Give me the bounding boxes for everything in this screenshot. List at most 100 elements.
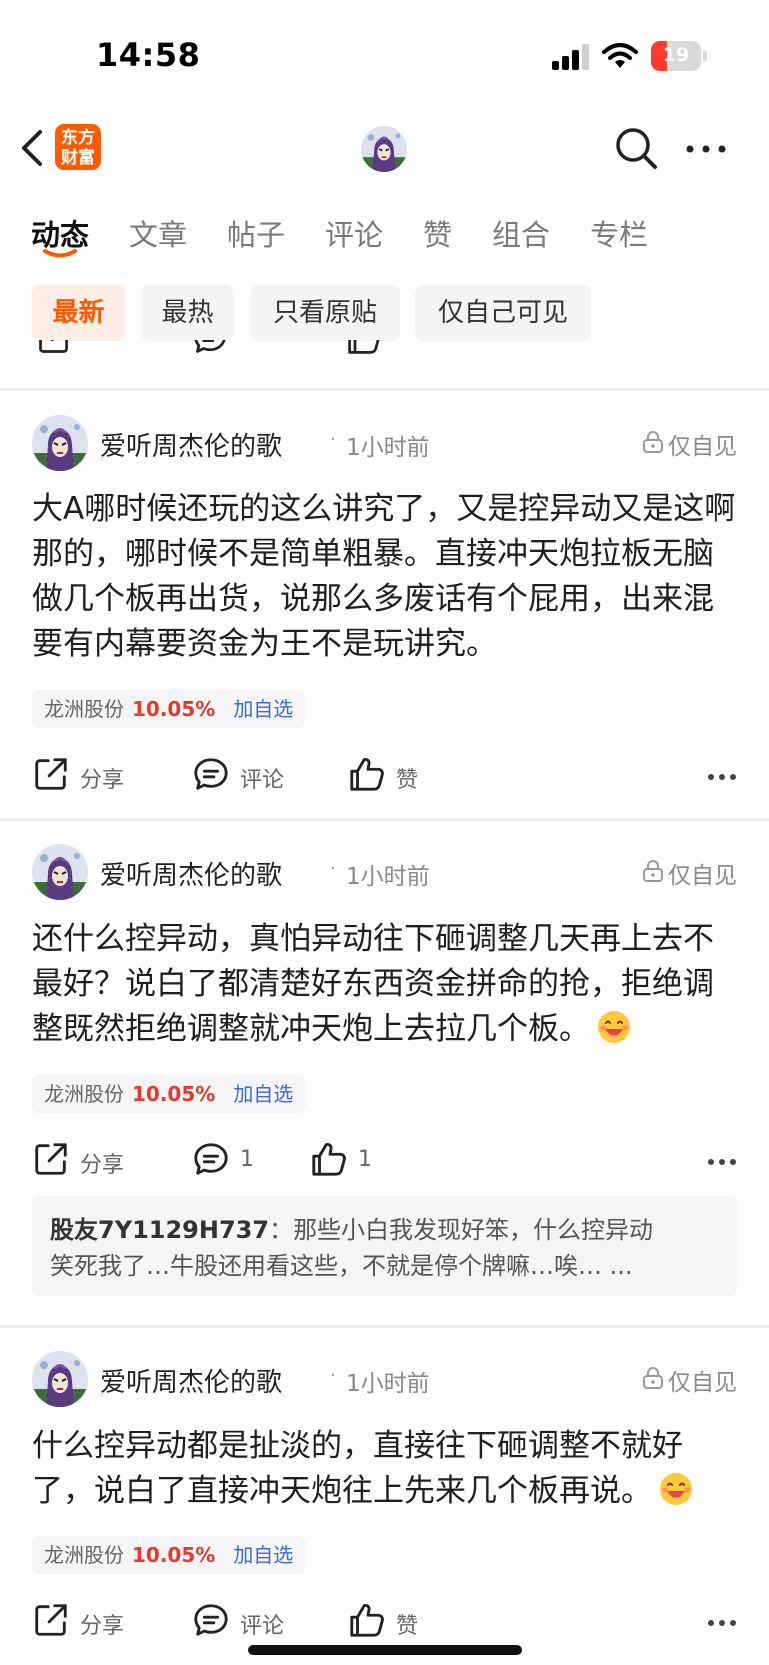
avatar[interactable] [32,844,88,900]
privacy-badge: 仅自见 [642,1363,737,1397]
reply-more[interactable]: ... [610,1252,633,1280]
stock-change: 10.05% [132,1082,216,1106]
status-time: 14:58 [96,36,201,74]
more-icon[interactable] [684,136,728,162]
stock-change: 10.05% [132,1543,216,1567]
reply-text-line1: 那些小白我发现好笨，什么控异动 [293,1216,654,1244]
comment-icon [192,1140,230,1178]
like-icon [348,755,386,793]
reply-text-line2: 笑死我了…牛股还用看这些，不就是停个牌嘛…唉… [50,1252,602,1280]
previous-post-actions [0,340,769,370]
share-icon [36,340,72,356]
wifi-icon [602,43,638,68]
share-icon [32,1140,70,1178]
author-name[interactable]: 爱听周杰伦的歌 [100,426,282,463]
cellular-signal-icon [552,44,592,70]
stock-name: 龙洲股份 [44,697,124,721]
post-time: 1小时前 [346,435,430,461]
laughing-emoji-icon [658,1471,694,1507]
home-indicator[interactable] [248,1645,522,1655]
stock-tag[interactable]: 龙洲股份 10.05% 加自选 [32,1536,306,1574]
filter-original-only[interactable]: 只看原贴 [250,285,400,341]
filter-bar: 最新 最热 只看原贴 仅自己可见 [0,285,769,341]
laughing-emoji-icon [596,1009,632,1045]
search-icon[interactable] [612,124,660,172]
like-icon [310,1140,348,1178]
tab-posts[interactable]: 帖子 [227,212,285,254]
app-logo: 东方 财富 [55,124,101,170]
stock-tag[interactable]: 龙洲股份 10.05% 加自选 [32,1075,306,1113]
tab-likes[interactable]: 赞 [423,212,452,254]
profile-tabs: 动态 文章 帖子 评论 赞 组合 专栏 [0,196,769,268]
divider [0,388,769,391]
separator-dot: · [330,429,336,450]
share-button[interactable]: 分享 [32,751,132,801]
privacy-badge: 仅自见 [642,427,737,461]
comment-icon [192,755,230,793]
divider [0,818,769,821]
comment-button[interactable]: 评论 [192,751,292,801]
battery-level: 19 [662,44,690,66]
comment-button[interactable]: 1 [192,1136,262,1186]
battery-icon: 19 [651,41,701,71]
separator-dot: · [330,858,336,879]
like-count: 1 [358,1147,372,1172]
comment-icon [192,1601,230,1639]
lock-icon [642,1366,664,1390]
author-name[interactable]: 爱听周杰伦的歌 [100,855,282,892]
filter-latest[interactable]: 最新 [32,285,125,341]
filter-private-only[interactable]: 仅自己可见 [415,285,591,341]
header-avatar[interactable] [361,126,407,172]
stock-name: 龙洲股份 [44,1082,124,1106]
lock-icon [642,859,664,883]
post-more-icon[interactable] [707,1619,737,1627]
share-icon [32,755,70,793]
back-button[interactable] [16,124,50,172]
share-icon [32,1601,70,1639]
like-button[interactable]: 1 [310,1136,380,1186]
like-button[interactable]: 赞 [348,1597,428,1647]
tab-articles[interactable]: 文章 [129,212,187,254]
post-more-icon[interactable] [707,773,737,781]
avatar[interactable] [32,1351,88,1407]
like-button[interactable]: 赞 [348,751,428,801]
comment-icon [192,340,228,356]
add-watchlist-button[interactable]: 加自选 [233,1543,293,1567]
stock-tag[interactable]: 龙洲股份 10.05% 加自选 [32,690,306,728]
post-actions: 分享 1 1 [32,1136,737,1186]
tab-portfolios[interactable]: 组合 [492,212,550,254]
filter-hottest[interactable]: 最热 [141,285,234,341]
lock-icon [642,430,664,454]
share-button[interactable]: 分享 [32,1597,132,1647]
post-body[interactable]: 大A哪时候还玩的这么讲究了，又是控异动又是这啊那的，哪时候不是简单粗暴。直接冲天… [32,487,740,667]
divider [0,1325,769,1328]
active-tab-indicator [43,249,77,258]
status-bar: 14:58 19 [0,0,769,110]
post-actions: 分享 评论 赞 [32,1597,737,1647]
post-time: 1小时前 [346,864,430,890]
reply-preview[interactable]: 股友7Y1129H737：那些小白我发现好笨，什么控异动 笑死我了…牛股还用看这… [32,1196,737,1296]
post-actions: 分享 评论 赞 [32,751,737,801]
stock-change: 10.05% [132,697,216,721]
author-row: 爱听周杰伦的歌 · 1小时前 仅自见 [32,844,737,900]
app-header: 东方 财富 [0,110,769,192]
tab-columns[interactable]: 专栏 [590,212,648,254]
share-button[interactable]: 分享 [32,1136,132,1186]
reply-user[interactable]: 股友7Y1129H737 [50,1216,269,1244]
tab-comments[interactable]: 评论 [325,212,383,254]
comment-button[interactable]: 评论 [192,1597,292,1647]
author-row: 爱听周杰伦的歌 · 1小时前 仅自见 [32,1351,737,1407]
stock-name: 龙洲股份 [44,1543,124,1567]
author-name[interactable]: 爱听周杰伦的歌 [100,1362,282,1399]
like-icon [348,1601,386,1639]
comment-count: 1 [240,1147,254,1172]
like-icon [346,340,382,356]
post-more-icon[interactable] [707,1158,737,1166]
post-time: 1小时前 [346,1371,430,1397]
post-body[interactable]: 还什么控异动，真怕异动往下砸调整几天再上去不最好？说白了都清楚好东西资金拼命的抢… [32,917,740,1052]
separator-dot: · [330,1365,336,1386]
add-watchlist-button[interactable]: 加自选 [233,1082,293,1106]
avatar[interactable] [32,415,88,471]
add-watchlist-button[interactable]: 加自选 [233,697,293,721]
post-body[interactable]: 什么控异动都是扯淡的，直接往下砸调整不就好了，说白了直接冲天炮往上先来几个板再说… [32,1424,740,1514]
